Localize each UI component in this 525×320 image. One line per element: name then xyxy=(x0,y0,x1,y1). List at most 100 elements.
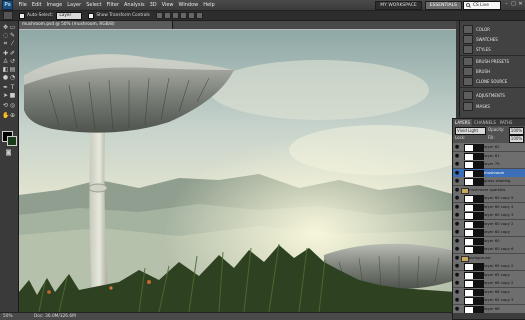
3d-orbit-tool-icon[interactable]: ◎ xyxy=(9,102,16,109)
document-tab[interactable]: mushroom.psd @ 50% (mushroom, RGB/8) xyxy=(19,21,173,29)
visibility-eye-icon[interactable]: ● xyxy=(454,170,460,176)
menu-filter[interactable]: Filter xyxy=(104,0,121,10)
pen-tool-icon[interactable]: ✒ xyxy=(2,84,9,91)
search-icon xyxy=(466,3,471,8)
opacity-field[interactable]: 100% xyxy=(509,127,524,135)
clone-stamp-tool-icon[interactable]: ♙ xyxy=(2,58,9,65)
tab-channels[interactable]: CHANNELS xyxy=(472,119,498,126)
visibility-eye-icon[interactable]: ● xyxy=(454,204,460,210)
my-workspace-button[interactable]: MY WORKSPACE xyxy=(375,1,422,10)
maximize-button[interactable]: □ xyxy=(511,1,516,7)
visibility-eye-icon[interactable]: ● xyxy=(454,272,460,278)
menu-edit[interactable]: Edit xyxy=(29,0,44,10)
3d-rotate-tool-icon[interactable]: ⟲ xyxy=(2,102,9,109)
quick-mask-icon[interactable]: ◙ xyxy=(5,149,12,156)
dock-clone-source[interactable]: CLONE SOURCE xyxy=(463,77,525,86)
dock-brush-presets[interactable]: BRUSH PRESETS xyxy=(463,57,525,66)
layers-panel-tabs: LAYERS CHANNELS PATHS xyxy=(453,119,525,126)
blend-mode-dropdown[interactable]: Vivid Light xyxy=(455,127,486,135)
type-tool-icon[interactable]: T xyxy=(9,84,16,91)
auto-select-dropdown[interactable]: Layer xyxy=(56,11,83,20)
blur-tool-icon[interactable]: ● xyxy=(2,74,9,81)
dock-styles[interactable]: STYLES xyxy=(463,45,525,54)
workspace-switcher: MY WORKSPACE ESSENTIALS xyxy=(375,1,462,10)
visibility-eye-icon[interactable]: ● xyxy=(454,153,460,159)
visibility-eye-icon[interactable]: ● xyxy=(454,187,460,193)
dock-masks[interactable]: MASKS xyxy=(463,102,525,111)
visibility-eye-icon[interactable]: ● xyxy=(454,306,460,312)
styles-icon xyxy=(463,45,473,54)
tab-layers[interactable]: LAYERS xyxy=(453,119,473,126)
align-left-icon[interactable] xyxy=(179,12,187,19)
hand-tool-icon[interactable]: ✋ xyxy=(2,112,9,119)
brush-tool-icon[interactable]: ✐ xyxy=(9,50,16,57)
shape-tool-icon[interactable]: ■ xyxy=(9,92,16,99)
menu-layer[interactable]: Layer xyxy=(65,0,84,10)
align-center-icon[interactable] xyxy=(187,12,195,19)
visibility-eye-icon[interactable]: ● xyxy=(454,161,460,167)
healing-brush-tool-icon[interactable]: ✚ xyxy=(2,50,9,57)
crop-tool-icon[interactable]: ⌗ xyxy=(2,40,9,47)
visibility-eye-icon[interactable]: ● xyxy=(454,246,460,252)
align-right-icon[interactable] xyxy=(195,12,203,19)
visibility-eye-icon[interactable]: ● xyxy=(454,238,460,244)
menu-help[interactable]: Help xyxy=(201,0,217,10)
eyedropper-tool-icon[interactable]: ⁄ xyxy=(9,40,16,47)
visibility-eye-icon[interactable]: ● xyxy=(454,212,460,218)
dock-brush[interactable]: BRUSH xyxy=(463,67,525,76)
fill-field[interactable]: 100% xyxy=(509,135,524,143)
masks-icon xyxy=(463,102,473,111)
visibility-eye-icon[interactable]: ● xyxy=(454,280,460,286)
visibility-eye-icon[interactable]: ● xyxy=(454,289,460,295)
eraser-tool-icon[interactable]: ◧ xyxy=(2,66,9,73)
dock-color[interactable]: COLOR xyxy=(463,25,525,34)
history-brush-tool-icon[interactable]: ↺ xyxy=(9,58,16,65)
visibility-eye-icon[interactable]: ● xyxy=(454,221,460,227)
align-top-icon[interactable] xyxy=(155,12,163,19)
visibility-eye-icon[interactable]: ● xyxy=(454,144,460,150)
align-bottom-icon[interactable] xyxy=(171,12,179,19)
zoom-tool-icon[interactable]: ⊕ xyxy=(9,112,16,119)
opacity-label: Opacity: xyxy=(488,127,505,132)
layer-name: layer 79 xyxy=(484,161,500,166)
menu-select[interactable]: Select xyxy=(84,0,104,10)
minimize-button[interactable]: – xyxy=(504,1,509,7)
layer-list: ● layer 82 ● layer 81 ● layer 79 ● mushroom ● gra… xyxy=(453,143,525,313)
dodge-tool-icon[interactable]: ◔ xyxy=(9,74,16,81)
cs-live-search[interactable]: CS Live xyxy=(463,1,501,10)
menu-analysis[interactable]: Analysis xyxy=(122,0,148,10)
dock-swatches[interactable]: SWATCHES xyxy=(463,35,525,44)
canvas[interactable] xyxy=(19,30,456,312)
transform-controls-checkbox[interactable] xyxy=(88,12,95,19)
close-button[interactable]: ✕ xyxy=(518,1,523,7)
essentials-button[interactable]: ESSENTIALS xyxy=(424,1,462,10)
layer-row[interactable]: ● layer 66 xyxy=(453,304,525,313)
visibility-eye-icon[interactable]: ● xyxy=(454,297,460,303)
quick-select-tool-icon[interactable]: ✎ xyxy=(9,32,16,39)
visibility-eye-icon[interactable]: ● xyxy=(454,195,460,201)
dock-adjustments[interactable]: ADJUSTMENTS xyxy=(463,91,525,100)
visibility-eye-icon[interactable]: ● xyxy=(454,178,460,184)
gradient-tool-icon[interactable]: ▤ xyxy=(9,66,16,73)
visibility-eye-icon[interactable]: ● xyxy=(454,255,460,261)
layer-mask-thumbnail[interactable] xyxy=(474,305,484,313)
move-tool-icon[interactable]: ✥ xyxy=(2,24,9,31)
panel-dock: COLOR SWATCHES STYLES BRUSH PRESETS BRUS… xyxy=(459,21,525,117)
menu-image[interactable]: Image xyxy=(44,0,65,10)
background-color-swatch[interactable] xyxy=(7,136,17,146)
move-tool-preset-icon[interactable] xyxy=(3,11,13,20)
auto-select-checkbox[interactable] xyxy=(19,12,25,19)
path-selection-tool-icon[interactable]: ➤ xyxy=(2,92,9,99)
lasso-tool-icon[interactable]: ◌ xyxy=(2,32,9,39)
layer-name: layer 60 copy 3 xyxy=(484,212,514,217)
color-swatches[interactable] xyxy=(2,131,17,146)
menu-file[interactable]: File xyxy=(16,0,29,10)
visibility-eye-icon[interactable]: ● xyxy=(454,229,460,235)
align-middle-icon[interactable] xyxy=(163,12,171,19)
menu-view[interactable]: View xyxy=(159,0,176,10)
menu-window[interactable]: Window xyxy=(176,0,201,10)
tab-paths[interactable]: PATHS xyxy=(498,119,515,126)
marquee-tool-icon[interactable]: ▭ xyxy=(9,24,16,31)
menu-3d[interactable]: 3D xyxy=(147,0,159,10)
visibility-eye-icon[interactable]: ● xyxy=(454,263,460,269)
